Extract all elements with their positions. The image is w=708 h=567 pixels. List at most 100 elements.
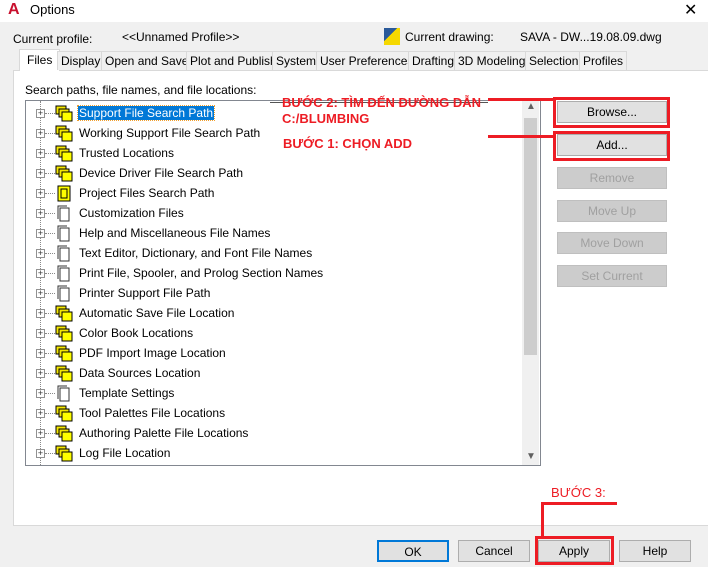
tree-connector bbox=[45, 153, 55, 154]
tree-connector bbox=[45, 293, 55, 294]
tab-display[interactable]: Display bbox=[57, 51, 105, 70]
tree-item[interactable]: + Data Sources Location bbox=[26, 364, 521, 384]
tree-item-label: Automatic Save File Location bbox=[79, 306, 235, 320]
expand-icon[interactable]: + bbox=[36, 149, 45, 158]
tree-connector bbox=[45, 273, 55, 274]
folders-icon bbox=[55, 325, 73, 342]
tree-connector bbox=[45, 333, 55, 334]
move-down-button[interactable]: Move Down bbox=[557, 232, 667, 254]
tree-item[interactable]: + Project Files Search Path bbox=[26, 184, 521, 204]
tree-item[interactable]: + Log File Location bbox=[26, 444, 521, 464]
tree-connector bbox=[45, 313, 55, 314]
tab-system[interactable]: System bbox=[272, 51, 321, 70]
tree-item[interactable]: + Working Support File Search Path bbox=[26, 124, 521, 144]
tree-connector bbox=[45, 193, 55, 194]
tree-connector bbox=[45, 113, 55, 114]
folders-icon bbox=[55, 145, 73, 162]
tree-item[interactable]: + Tool Palettes File Locations bbox=[26, 404, 521, 424]
tree-item[interactable]: + PDF Import Image Location bbox=[26, 344, 521, 364]
expand-icon[interactable]: + bbox=[36, 389, 45, 398]
tab-user-preferences[interactable]: User Preferences bbox=[316, 51, 418, 70]
tree-item[interactable]: + Device Driver File Search Path bbox=[26, 164, 521, 184]
tree-connector bbox=[45, 133, 55, 134]
file-locations-tree[interactable]: + Support File Search Path + Working Suppor… bbox=[25, 100, 541, 466]
tree-item[interactable]: + Trusted Locations bbox=[26, 144, 521, 164]
tab-open-and-save[interactable]: Open and Save bbox=[101, 51, 193, 70]
step2-path-text: C:/BLUMBING bbox=[282, 111, 370, 126]
expand-icon[interactable]: + bbox=[36, 209, 45, 218]
tree-item-label: Log File Location bbox=[79, 446, 171, 460]
folders-icon bbox=[55, 345, 73, 362]
remove-button[interactable]: Remove bbox=[557, 167, 667, 189]
tree-item[interactable]: + Print File, Spooler, and Prolog Section… bbox=[26, 264, 521, 284]
expand-icon[interactable]: + bbox=[36, 329, 45, 338]
step1-pointer bbox=[488, 135, 554, 138]
tree-item-label: Printer Support File Path bbox=[79, 286, 211, 300]
tree-item[interactable]: + Printer Support File Path bbox=[26, 284, 521, 304]
tree-item[interactable]: + Template Settings bbox=[26, 384, 521, 404]
tree-item-label: Template Settings bbox=[79, 386, 175, 400]
tree-connector bbox=[45, 433, 55, 434]
move-up-button[interactable]: Move Up bbox=[557, 200, 667, 222]
ok-button[interactable]: OK bbox=[377, 540, 449, 562]
scroll-down-icon[interactable]: ▼ bbox=[526, 451, 536, 462]
file-icon bbox=[55, 285, 73, 302]
expand-icon[interactable]: + bbox=[36, 289, 45, 298]
current-drawing-value: SAVA - DW...19.08.09.dwg bbox=[520, 30, 662, 44]
scroll-up-icon[interactable]: ▲ bbox=[526, 101, 536, 112]
expand-icon[interactable]: + bbox=[36, 169, 45, 178]
expand-icon[interactable]: + bbox=[36, 269, 45, 278]
tree-connector bbox=[45, 373, 55, 374]
tree-item-label: Text Editor, Dictionary, and Font File N… bbox=[79, 246, 313, 260]
expand-icon[interactable]: + bbox=[36, 109, 45, 118]
expand-icon[interactable]: + bbox=[36, 249, 45, 258]
title-bar: A Options ✕ bbox=[0, 0, 708, 22]
tree-item[interactable]: + Authoring Palette File Locations bbox=[26, 424, 521, 444]
apply-highlight bbox=[535, 536, 614, 565]
tree-connector bbox=[45, 353, 55, 354]
current-drawing-label: Current drawing: bbox=[405, 30, 494, 44]
tab-profiles[interactable]: Profiles bbox=[579, 51, 628, 70]
expand-icon[interactable]: + bbox=[36, 309, 45, 318]
folders-icon bbox=[55, 365, 73, 382]
tree-connector bbox=[45, 453, 55, 454]
help-button[interactable]: Help bbox=[619, 540, 691, 562]
folders-icon bbox=[55, 105, 73, 122]
expand-icon[interactable]: + bbox=[36, 369, 45, 378]
expand-icon[interactable]: + bbox=[36, 409, 45, 418]
step3-text: BƯỚC 3: bbox=[551, 485, 606, 500]
tree-item[interactable]: + Color Book Locations bbox=[26, 324, 521, 344]
expand-icon[interactable]: + bbox=[36, 349, 45, 358]
scrollbar-thumb[interactable] bbox=[524, 118, 537, 355]
expand-icon[interactable]: + bbox=[36, 189, 45, 198]
folders-icon bbox=[55, 165, 73, 182]
drawing-icon bbox=[384, 28, 400, 45]
autocad-logo-icon: A bbox=[8, 1, 20, 18]
expand-icon[interactable]: + bbox=[36, 129, 45, 138]
current-profile-value: <<Unnamed Profile>> bbox=[122, 30, 240, 44]
tab-files[interactable]: Files bbox=[19, 49, 61, 71]
expand-icon[interactable]: + bbox=[36, 429, 45, 438]
tree-connector bbox=[45, 173, 55, 174]
add-highlight bbox=[553, 131, 670, 161]
tree-item-label: Help and Miscellaneous File Names bbox=[79, 226, 271, 240]
tree-item[interactable]: + Customization Files bbox=[26, 204, 521, 224]
tab-selection[interactable]: Selection bbox=[525, 51, 583, 70]
file-icon bbox=[55, 245, 73, 262]
step2-text: BƯỚC 2: TÌM ĐẾN ĐƯỜNG DẪN bbox=[282, 95, 482, 110]
tree-item-label: Customization Files bbox=[79, 206, 184, 220]
expand-icon[interactable]: + bbox=[36, 229, 45, 238]
set-current-button[interactable]: Set Current bbox=[557, 265, 667, 287]
tab-drafting[interactable]: Drafting bbox=[408, 51, 459, 70]
cancel-button[interactable]: Cancel bbox=[458, 540, 530, 562]
tab-3d-modeling[interactable]: 3D Modeling bbox=[454, 51, 530, 70]
expand-icon[interactable]: + bbox=[36, 449, 45, 458]
tree-item-label: Trusted Locations bbox=[79, 146, 174, 160]
tab-plot-and-publish[interactable]: Plot and Publish bbox=[186, 51, 281, 70]
tree-item[interactable]: + Text Editor, Dictionary, and Font File … bbox=[26, 244, 521, 264]
tree-item[interactable]: + Automatic Save File Location bbox=[26, 304, 521, 324]
window-title: Options bbox=[30, 2, 75, 17]
folders-icon bbox=[55, 125, 73, 142]
tree-item[interactable]: + Help and Miscellaneous File Names bbox=[26, 224, 521, 244]
close-icon[interactable]: ✕ bbox=[684, 0, 697, 20]
